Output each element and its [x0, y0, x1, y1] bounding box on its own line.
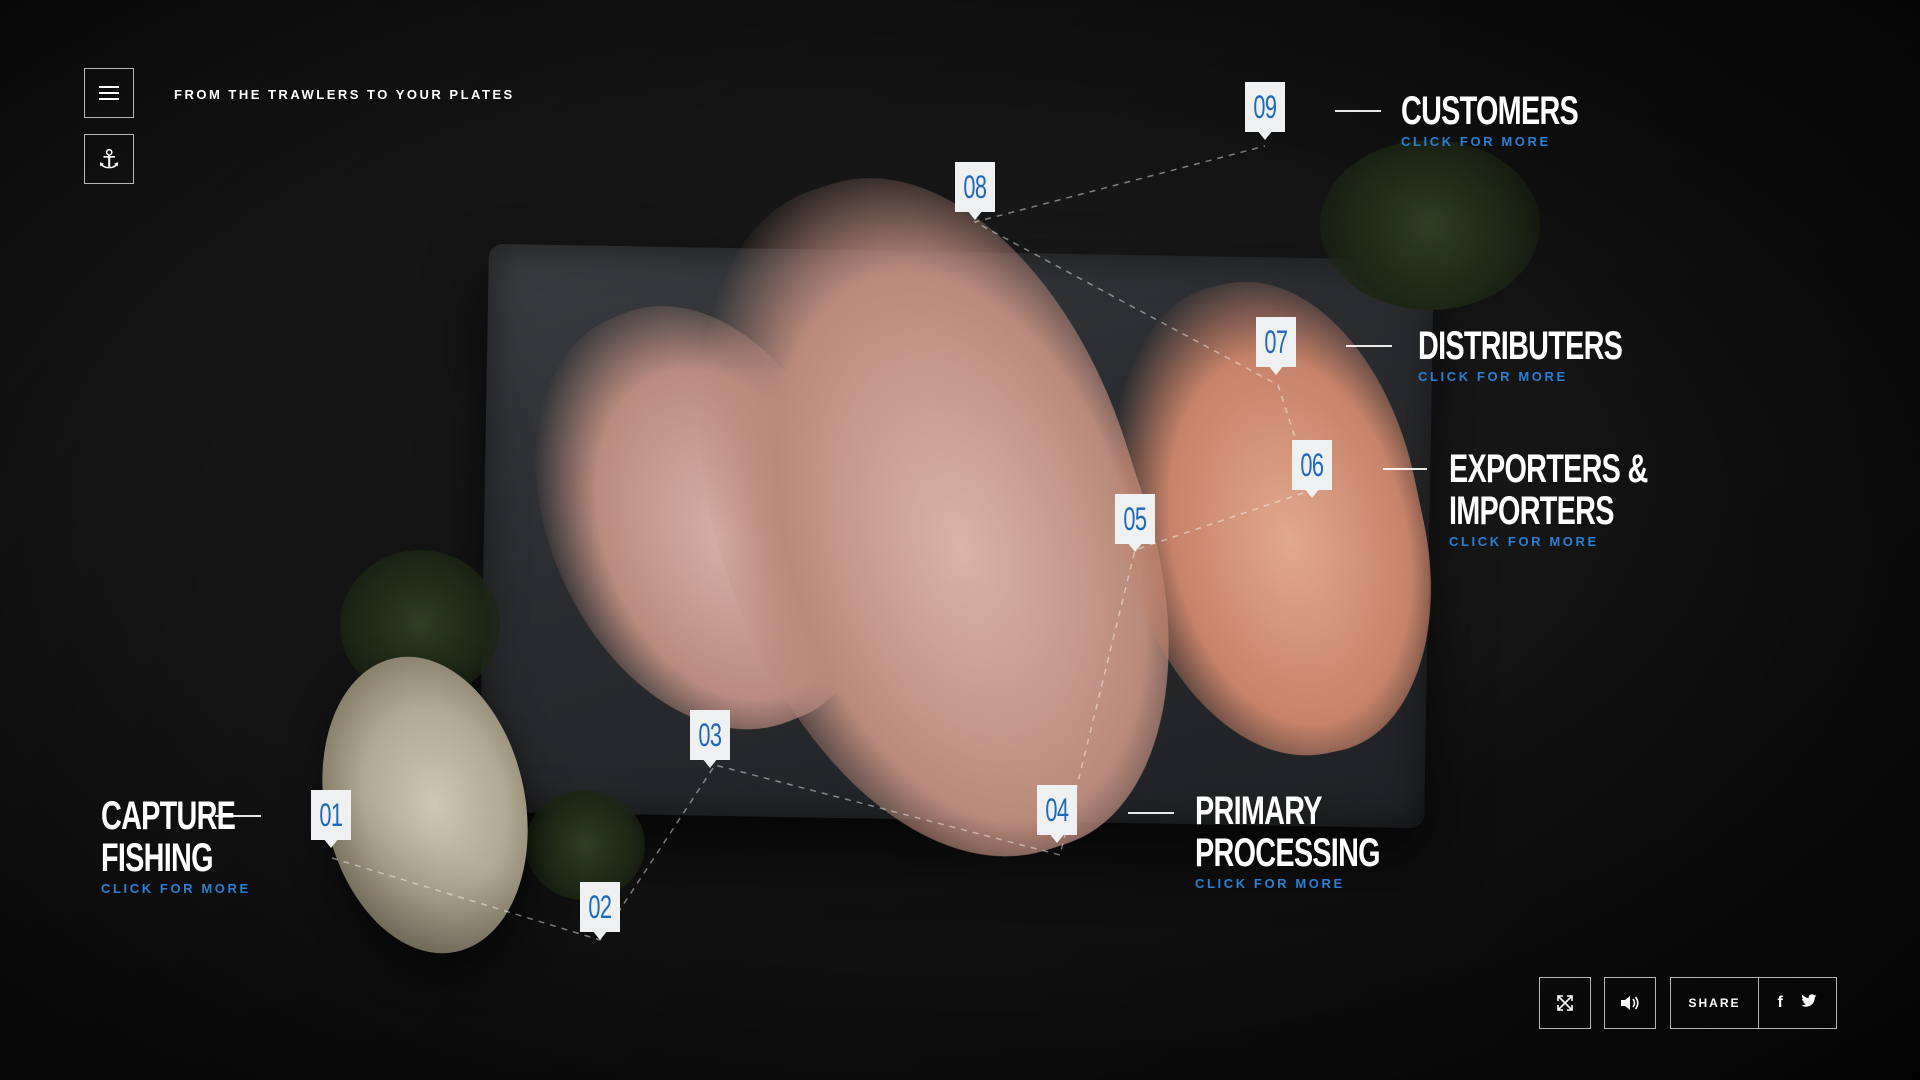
- step-title-line: IMPORTERS: [1449, 489, 1614, 533]
- twitter-icon[interactable]: [1801, 993, 1817, 1013]
- step-label-distributers[interactable]: DISTRIBUTERS CLICK FOR MORE: [1418, 325, 1702, 384]
- click-for-more-link[interactable]: CLICK FOR MORE: [1449, 534, 1725, 549]
- step-label-customers[interactable]: CUSTOMERS CLICK FOR MORE: [1401, 90, 1647, 149]
- anchor-button[interactable]: ⚓: [84, 134, 134, 184]
- step-marker-03[interactable]: 03: [690, 710, 730, 768]
- click-for-more-link[interactable]: CLICK FOR MORE: [1195, 876, 1452, 891]
- stage: ⚓ FROM THE TRAWLERS TO YOUR PLATES 01 02…: [0, 0, 1920, 1080]
- label-connector: [1383, 468, 1427, 470]
- label-connector: [1128, 812, 1174, 814]
- social-links: f: [1759, 993, 1836, 1013]
- step-title-line: DISTRIBUTERS: [1418, 324, 1623, 368]
- click-for-more-link[interactable]: CLICK FOR MORE: [1418, 369, 1702, 384]
- step-label-primary-processing[interactable]: PRIMARY PROCESSING CLICK FOR MORE: [1195, 790, 1452, 891]
- label-connector: [1335, 110, 1381, 112]
- label-connector: [1346, 345, 1392, 347]
- step-title-line: PROCESSING: [1195, 831, 1381, 875]
- menu-button[interactable]: [84, 68, 134, 118]
- anchor-icon: ⚓: [97, 143, 121, 174]
- step-marker-07[interactable]: 07: [1256, 317, 1296, 375]
- fullscreen-icon: [1557, 995, 1573, 1011]
- click-for-more-link[interactable]: CLICK FOR MORE: [1401, 134, 1647, 149]
- step-title-line: EXPORTERS &: [1449, 447, 1648, 491]
- step-label-exporters-importers[interactable]: EXPORTERS & IMPORTERS CLICK FOR MORE: [1449, 448, 1725, 549]
- step-marker-04[interactable]: 04: [1037, 785, 1077, 843]
- menu-icon: [99, 86, 119, 100]
- step-title-line: PRIMARY: [1195, 789, 1322, 833]
- share-bar: SHARE f: [1670, 977, 1837, 1029]
- step-marker-02[interactable]: 02: [580, 882, 620, 940]
- step-marker-05[interactable]: 05: [1115, 494, 1155, 552]
- speaker-icon: [1621, 996, 1639, 1010]
- step-label-capture-fishing[interactable]: CAPTURE FISHING CLICK FOR MORE: [101, 795, 287, 896]
- fullscreen-button[interactable]: [1539, 977, 1591, 1029]
- step-title-line: CUSTOMERS: [1401, 89, 1579, 133]
- click-for-more-link[interactable]: CLICK FOR MORE: [101, 881, 287, 896]
- step-title-line: CAPTURE: [101, 794, 236, 838]
- facebook-icon[interactable]: f: [1778, 994, 1783, 1012]
- tagline: FROM THE TRAWLERS TO YOUR PLATES: [174, 87, 515, 102]
- share-label: SHARE: [1671, 978, 1759, 1028]
- step-title-line: FISHING: [101, 836, 213, 880]
- step-marker-09[interactable]: 09: [1245, 82, 1285, 140]
- step-marker-08[interactable]: 08: [955, 162, 995, 220]
- step-marker-06[interactable]: 06: [1292, 440, 1332, 498]
- step-marker-01[interactable]: 01: [311, 790, 351, 848]
- sound-button[interactable]: [1604, 977, 1656, 1029]
